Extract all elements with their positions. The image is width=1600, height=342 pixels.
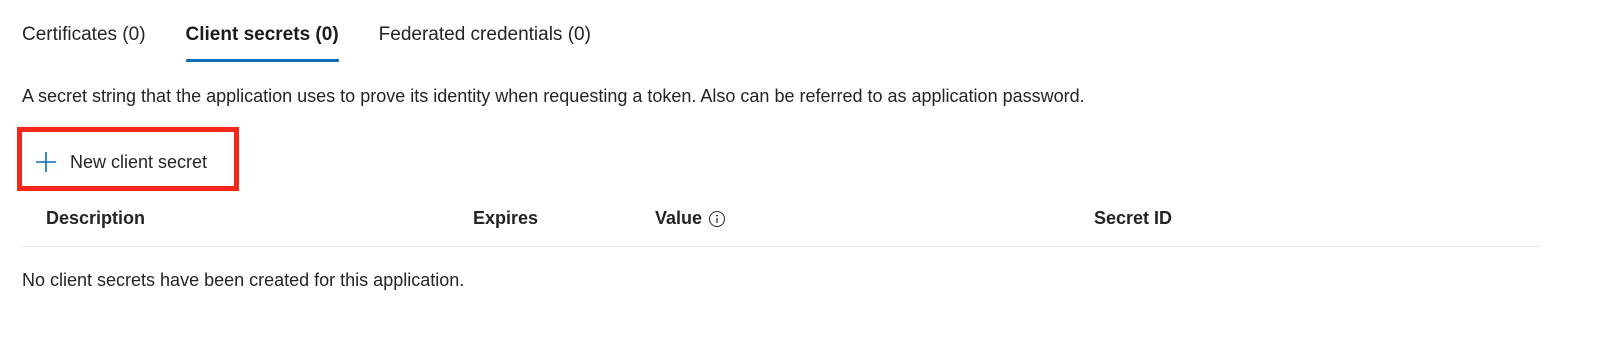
column-header-description[interactable]: Description bbox=[46, 208, 145, 229]
secrets-table-header: Description Expires Value Secret ID bbox=[22, 206, 1540, 247]
column-header-secret-id[interactable]: Secret ID bbox=[1094, 208, 1172, 229]
credentials-tabs: Certificates (0) Client secrets (0) Fede… bbox=[22, 22, 631, 62]
tab-certificates[interactable]: Certificates (0) bbox=[22, 22, 146, 62]
new-client-secret-button[interactable]: New client secret bbox=[34, 150, 207, 174]
tab-client-secrets[interactable]: Client secrets (0) bbox=[185, 22, 339, 62]
column-header-expires[interactable]: Expires bbox=[473, 208, 538, 229]
empty-state-message: No client secrets have been created for … bbox=[22, 270, 465, 290]
plus-icon bbox=[34, 150, 58, 174]
tab-federated-credentials[interactable]: Federated credentials (0) bbox=[379, 22, 591, 62]
client-secrets-description: A secret string that the application use… bbox=[22, 86, 1085, 106]
column-header-value[interactable]: Value bbox=[655, 208, 726, 229]
new-client-secret-label: New client secret bbox=[70, 151, 208, 172]
info-icon[interactable] bbox=[708, 210, 726, 228]
